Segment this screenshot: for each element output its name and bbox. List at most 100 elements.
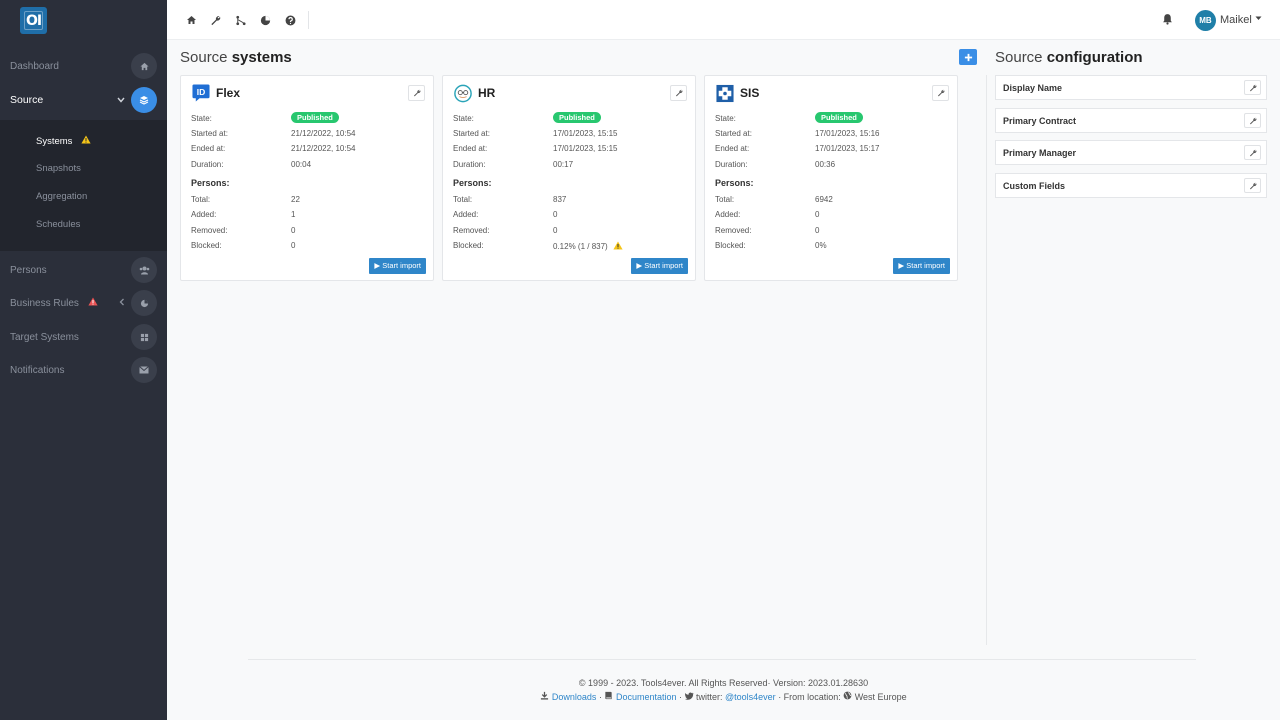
help-icon[interactable] <box>283 13 297 27</box>
started-value: 21/12/2022, 10:54 <box>291 129 356 138</box>
ended-label: Ended at: <box>453 144 488 153</box>
page-title: Source systems <box>180 49 292 66</box>
twitter-icon <box>684 692 694 702</box>
wrench-icon <box>1249 182 1256 189</box>
sidebar-item-persons[interactable]: Persons <box>0 253 167 287</box>
sidebar-item-label: Source <box>10 94 44 106</box>
start-import-button[interactable]: ▶ Start import <box>631 258 688 274</box>
total-label: Total: <box>453 195 473 204</box>
start-import-button[interactable]: ▶ Start import <box>369 258 426 274</box>
removed-value: 0 <box>553 226 558 235</box>
config-label: Primary Contract <box>1003 116 1077 126</box>
wrench-icon <box>1249 117 1256 124</box>
submenu-item-aggregation[interactable]: Aggregation <box>36 191 87 202</box>
system-card-hr: HR State: Published Started at: 17/01/20… <box>442 75 696 281</box>
config-label: Custom Fields <box>1003 181 1066 191</box>
config-item-display-name: Display Name <box>995 75 1267 100</box>
blocked-label: Blocked: <box>453 241 484 250</box>
blocked-value: 0.12% (1 / 837) <box>553 241 623 252</box>
wrench-icon[interactable] <box>208 13 222 27</box>
persons-heading: Persons: <box>453 178 492 188</box>
total-value: 22 <box>291 195 300 204</box>
home-icon[interactable] <box>184 13 198 27</box>
config-title: Source configuration <box>995 49 1143 66</box>
footer-links: Downloads · Documentation · twitter: @to… <box>167 691 1280 702</box>
config-item-custom-fields: Custom Fields <box>995 173 1267 198</box>
removed-value: 0 <box>291 226 296 235</box>
documentation-link[interactable]: Documentation <box>616 692 677 702</box>
twitter-link[interactable]: @tools4ever <box>725 692 776 702</box>
total-label: Total: <box>191 195 211 204</box>
book-icon <box>604 691 613 702</box>
added-label: Added: <box>715 210 741 219</box>
topbar: MB Maikel <box>167 0 1280 40</box>
removed-label: Removed: <box>715 226 752 235</box>
state-label: State: <box>191 114 212 123</box>
sidebar-item-label: Notifications <box>10 364 65 376</box>
add-system-button[interactable] <box>959 49 977 65</box>
user-name[interactable]: Maikel <box>1220 14 1252 26</box>
config-label: Primary Manager <box>1003 148 1077 158</box>
submenu-item-systems[interactable]: Systems <box>36 135 91 147</box>
started-label: Started at: <box>191 129 228 138</box>
config-label: Display Name <box>1003 83 1063 93</box>
sidebar-item-label: Business Rules <box>10 298 79 309</box>
duration-value: 00:17 <box>553 160 574 169</box>
added-value: 0 <box>815 210 820 219</box>
sidebar-item-target-systems[interactable]: Target Systems <box>0 320 167 354</box>
status-badge: Published <box>815 112 863 123</box>
edit-config-button[interactable] <box>1244 80 1261 95</box>
duration-label: Duration: <box>191 160 224 169</box>
start-import-button[interactable]: ▶ Start import <box>893 258 950 274</box>
downloads-link[interactable]: Downloads <box>552 692 597 702</box>
avatar[interactable]: MB <box>1195 10 1216 31</box>
wrench-icon <box>1249 84 1256 91</box>
sitemap-icon[interactable] <box>233 13 247 27</box>
ended-value: 17/01/2023, 15:17 <box>815 144 880 153</box>
status-badge: Published <box>291 112 339 123</box>
pie-chart-icon[interactable] <box>258 13 272 27</box>
added-label: Added: <box>453 210 479 219</box>
app-logo[interactable]: OI <box>20 7 47 34</box>
config-item-primary-manager: Primary Manager <box>995 140 1267 165</box>
sidebar-item-dashboard[interactable]: Dashboard <box>0 49 167 83</box>
blocked-value: 0% <box>815 241 827 250</box>
sidebar-item-label: Persons <box>10 264 47 276</box>
edit-system-button[interactable] <box>932 85 949 101</box>
blocked-label: Blocked: <box>191 241 222 250</box>
duration-value: 00:36 <box>815 160 836 169</box>
removed-value: 0 <box>815 226 820 235</box>
wrench-icon <box>675 89 682 97</box>
caret-down-icon[interactable] <box>1255 14 1262 23</box>
sidebar-item-source[interactable]: Source <box>0 83 167 117</box>
chevron-left-icon <box>119 298 125 308</box>
envelope-icon <box>131 357 157 383</box>
bell-icon[interactable] <box>1162 13 1173 28</box>
blocked-label: Blocked: <box>715 241 746 250</box>
location-value: West Europe <box>852 692 907 702</box>
sidebar-item-notifications[interactable]: Notifications <box>0 353 167 387</box>
started-label: Started at: <box>715 129 752 138</box>
submenu-item-snapshots[interactable]: Snapshots <box>36 163 81 174</box>
download-icon <box>540 691 549 702</box>
edit-config-button[interactable] <box>1244 113 1261 128</box>
play-icon: ▶ <box>636 261 643 270</box>
play-icon: ▶ <box>898 261 905 270</box>
removed-label: Removed: <box>453 226 490 235</box>
pie-chart-icon <box>131 290 157 316</box>
sidebar: OI Dashboard Source Systems Snapshots Ag… <box>0 0 167 720</box>
system-card-flex: ID Flex State: Published Started at: 21/… <box>180 75 434 281</box>
wrench-icon <box>413 89 420 97</box>
submenu-item-schedules[interactable]: Schedules <box>36 219 80 230</box>
status-badge: Published <box>553 112 601 123</box>
edit-config-button[interactable] <box>1244 145 1261 160</box>
edit-system-button[interactable] <box>670 85 687 101</box>
ended-value: 17/01/2023, 15:15 <box>553 144 618 153</box>
plus-icon <box>964 53 972 61</box>
grid-icon <box>131 324 157 350</box>
edit-config-button[interactable] <box>1244 178 1261 193</box>
sidebar-item-business-rules[interactable]: Business Rules <box>0 286 167 320</box>
edit-system-button[interactable] <box>408 85 425 101</box>
config-item-primary-contract: Primary Contract <box>995 108 1267 133</box>
started-value: 17/01/2023, 15:15 <box>553 129 618 138</box>
